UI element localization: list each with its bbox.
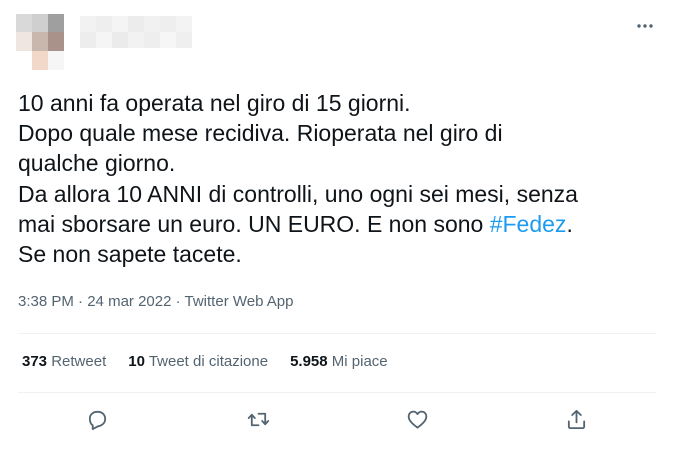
quote-tweets-stat[interactable]: 10 Tweet di citazione — [128, 353, 268, 370]
likes-label: Mi piace — [331, 353, 388, 370]
reply-button[interactable] — [82, 404, 112, 434]
tweet-text-segment: mai sborsare un euro. UN EURO. E non son… — [18, 210, 490, 237]
avatar[interactable] — [16, 14, 64, 70]
engagement-stats: 373 Retweet 10 Tweet di citazione 5.958 … — [22, 353, 388, 370]
more-dots-icon[interactable] — [635, 16, 655, 36]
share-button[interactable] — [561, 404, 591, 434]
likes-stat[interactable]: 5.958 Mi piace — [290, 353, 388, 370]
quotes-count: 10 — [128, 353, 145, 370]
retweets-stat[interactable]: 373 Retweet — [22, 353, 106, 370]
tweet-date[interactable]: 24 mar 2022 — [87, 293, 171, 310]
quotes-label: Tweet di citazione — [148, 353, 269, 370]
tweet-text-line: 10 anni fa operata nel giro di 15 giorni… — [18, 90, 411, 116]
tweet-text-line: Se non sapete tacete. — [18, 241, 242, 268]
like-button[interactable] — [402, 404, 432, 434]
retweet-button[interactable] — [243, 404, 273, 434]
tweet-source[interactable]: Twitter Web App — [185, 293, 294, 310]
tweet-card: 10 anni fa operata nel giro di 15 giorni… — [0, 0, 677, 449]
meta-separator: · — [73, 293, 88, 310]
likes-count: 5.958 — [290, 353, 328, 370]
reply-icon — [88, 410, 106, 430]
tweet-text: 10 anni fa operata nel giro di 15 giorni… — [18, 88, 658, 269]
retweets-label: Retweet — [51, 353, 107, 370]
retweet-icon — [247, 412, 269, 426]
divider — [18, 333, 656, 334]
share-icon — [567, 409, 585, 429]
hashtag-link[interactable]: #Fedez — [490, 211, 567, 237]
tweet-time[interactable]: 3:38 PM — [18, 293, 74, 310]
tweet-text-line: mai sborsare un euro. UN EURO. E non son… — [18, 209, 658, 239]
heart-icon — [407, 410, 427, 429]
divider — [18, 392, 656, 393]
tweet-text-line: Dopo quale mese recidiva. Rioperata nel … — [18, 120, 503, 147]
author-name-pixelated[interactable] — [80, 16, 192, 64]
meta-separator: · — [171, 293, 185, 310]
tweet-text-line: Da allora 10 ANNI di controlli, uno ogni… — [18, 180, 578, 207]
tweet-text-punctuation: . — [566, 210, 573, 237]
tweet-text-line: qualche giorno. — [18, 150, 176, 177]
retweets-count: 373 — [22, 353, 48, 370]
action-bar — [0, 404, 677, 434]
tweet-metadata: 3:38 PM · 24 mar 2022 · Twitter Web App — [18, 293, 293, 310]
